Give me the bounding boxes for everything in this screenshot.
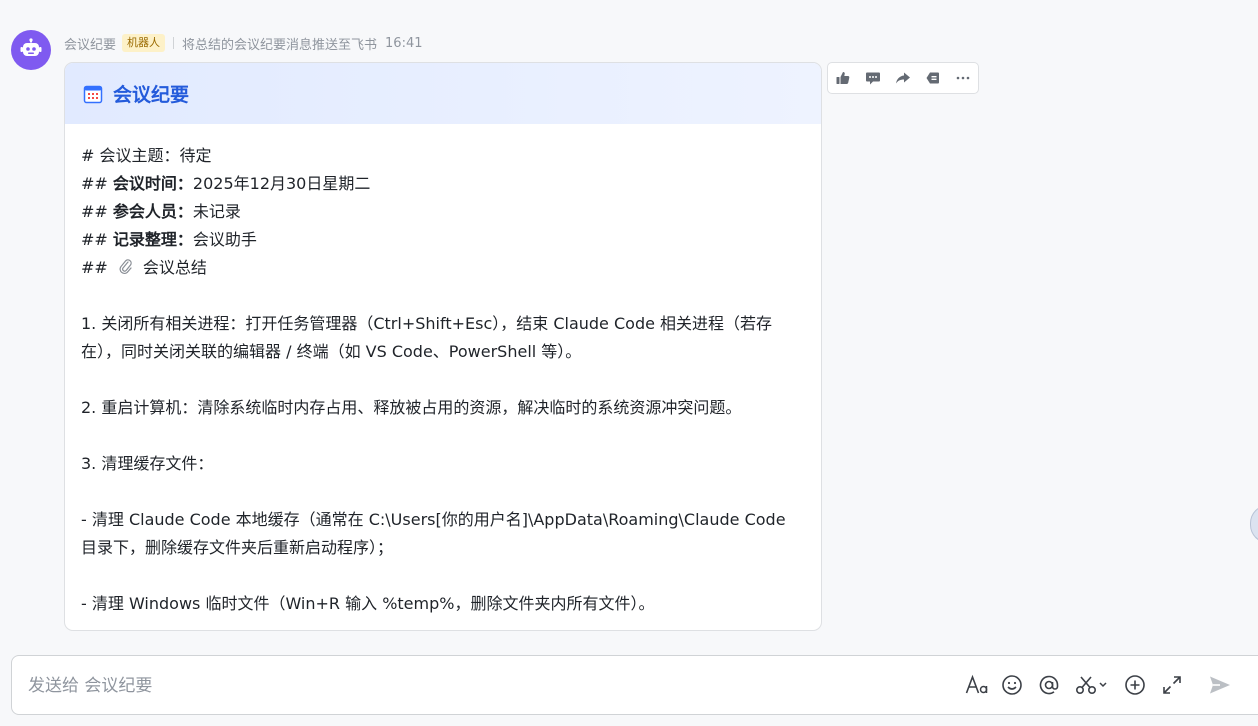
card-title: 会议纪要: [113, 84, 190, 106]
recorder-value: 会议助手: [192, 230, 257, 249]
message-time: 16:41: [385, 35, 423, 51]
summary-heading: 会议总结: [142, 258, 207, 277]
add-icon: [1125, 675, 1145, 695]
heading-prefix: ##: [81, 230, 113, 249]
message-subtitle: 将总结的会议纪要消息推送至飞书: [182, 37, 378, 53]
message-composer: [11, 655, 1258, 715]
time-label: 会议时间：: [112, 174, 193, 193]
forward-icon: [896, 72, 910, 84]
send-button[interactable]: [1207, 672, 1233, 698]
comment-button[interactable]: [858, 63, 888, 93]
recorder-label: 记录整理：: [112, 230, 193, 249]
pin-button[interactable]: [918, 63, 948, 93]
robot-icon: [20, 38, 42, 56]
attendees-label: 参会人员：: [112, 202, 193, 221]
meta-divider: [173, 37, 175, 49]
message-input[interactable]: [26, 672, 630, 700]
bot-avatar[interactable]: [11, 30, 51, 70]
heading-prefix: ##: [81, 202, 113, 221]
step-2: 2. 重启计算机：清除系统临时内存占用、释放被占用的资源，解决临时的系统资源冲突…: [81, 398, 742, 417]
heading-prefix: ##: [81, 174, 113, 193]
bot-badge: 机器人: [122, 34, 166, 52]
more-icon: [956, 76, 970, 80]
heading-prefix: ##: [81, 258, 113, 277]
emoji-icon: [1002, 675, 1022, 695]
more-button[interactable]: [948, 63, 978, 93]
meeting-notes-card: 会议纪要 # 会议主题：待定 ## 会议时间：2025年12月30日星期二 ##…: [64, 62, 822, 631]
step-3-item-2: - 清理 Windows 临时文件（Win+R 输入 %temp%，删除文件夹内…: [81, 594, 655, 613]
expand-icon: [1163, 676, 1181, 694]
emoji-button[interactable]: [999, 672, 1025, 698]
recorder-line: ## 记录整理：会议助手: [81, 226, 805, 254]
topic-line: # 会议主题：待定: [81, 146, 212, 165]
screenshot-icon: [1075, 676, 1107, 695]
expand-button[interactable]: [1159, 672, 1185, 698]
paperclip-icon: [119, 259, 132, 275]
message-meta: 会议纪要 机器人 将总结的会议纪要消息推送至飞书 16:41: [64, 33, 423, 53]
time-value: 2025年12月30日星期二: [192, 174, 371, 193]
mention-button[interactable]: [1036, 672, 1062, 698]
thumbs-up-icon: [836, 72, 850, 84]
calendar-icon: [83, 85, 103, 103]
message-actions: [827, 62, 979, 94]
step-3: 3. 清理缓存文件：: [81, 454, 214, 473]
add-button[interactable]: [1122, 672, 1148, 698]
step-1: 1. 关闭所有相关进程：打开任务管理器（Ctrl+Shift+Esc），结束 C…: [81, 314, 773, 361]
step-3-item-1: - 清理 Claude Code 本地缓存（通常在 C:\Users[你的用户名…: [81, 510, 786, 557]
forward-button[interactable]: [888, 63, 918, 93]
card-header: 会议纪要: [65, 63, 821, 124]
screenshot-button[interactable]: [1074, 672, 1110, 698]
side-floating-button[interactable]: [1250, 505, 1258, 543]
summary-line: ## 会议总结: [81, 254, 805, 282]
mention-icon: [1039, 675, 1059, 695]
thumbs-up-button[interactable]: [828, 63, 858, 93]
text-format-button[interactable]: [964, 672, 990, 698]
text-format-icon: [965, 674, 988, 694]
attendees-line: ## 参会人员：未记录: [81, 198, 805, 226]
attendees-value: 未记录: [192, 202, 241, 221]
send-icon: [1210, 676, 1230, 694]
sender-name[interactable]: 会议纪要: [64, 34, 116, 53]
card-body: # 会议主题：待定 ## 会议时间：2025年12月30日星期二 ## 参会人员…: [65, 124, 821, 618]
pin-icon: [926, 72, 939, 84]
comment-icon: [866, 72, 880, 85]
time-line: ## 会议时间：2025年12月30日星期二: [81, 170, 805, 198]
